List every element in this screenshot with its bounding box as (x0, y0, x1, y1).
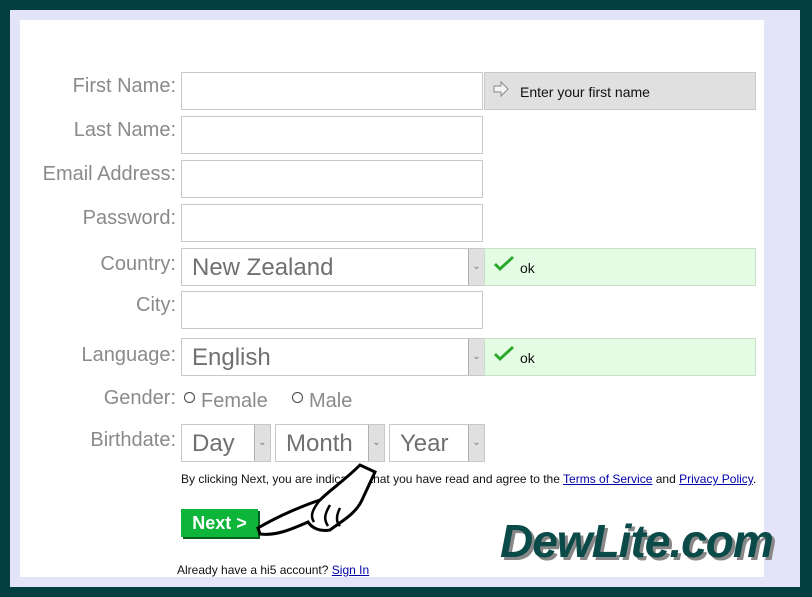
year-value: Year (400, 430, 449, 457)
first-name-label: First Name: (72, 75, 176, 97)
language-label: Language: (81, 344, 176, 366)
last-name-input[interactable] (181, 116, 483, 154)
city-input[interactable] (181, 291, 483, 329)
checkmark-icon (493, 346, 515, 367)
language-value: English (192, 344, 271, 371)
sign-in-link[interactable]: Sign In (332, 563, 369, 577)
chevron-down-icon[interactable]: ⌄ (368, 425, 384, 461)
country-label: Country: (100, 253, 176, 275)
chevron-down-icon[interactable]: ⌄ (468, 425, 484, 461)
birth-day-select[interactable]: Day ⌄ (181, 424, 271, 462)
pointing-hand-icon (250, 460, 380, 550)
chevron-down-icon[interactable]: ⌄ (254, 425, 270, 461)
city-label: City: (136, 294, 176, 316)
checkmark-icon (493, 256, 515, 277)
country-status: ok (484, 248, 756, 286)
terms-and: and (655, 472, 676, 486)
password-input[interactable] (181, 204, 483, 242)
signup-form: First Name: Enter your first name Last N… (20, 20, 764, 577)
country-status-text: ok (520, 260, 535, 276)
language-status: ok (484, 338, 756, 376)
birth-month-select[interactable]: Month ⌄ (275, 424, 385, 462)
birth-year-select[interactable]: Year ⌄ (389, 424, 485, 462)
dewlite-watermark: DewLite.com (500, 515, 774, 567)
first-name-input[interactable] (181, 72, 483, 110)
gender-male-radio[interactable]: Male (292, 390, 352, 413)
chevron-down-icon[interactable]: ⌄ (468, 249, 484, 285)
language-status-text: ok (520, 350, 535, 366)
month-value: Month (286, 430, 353, 457)
last-name-label: Last Name: (73, 119, 176, 141)
next-button[interactable]: Next > (181, 509, 258, 537)
chevron-down-icon[interactable]: ⌄ (468, 339, 484, 375)
first-name-hint: Enter your first name (484, 72, 756, 110)
country-select[interactable]: New Zealand ⌄ (181, 248, 485, 286)
signin-text: Already have a hi5 account? (177, 563, 329, 577)
first-name-hint-text: Enter your first name (520, 84, 650, 100)
password-label: Password: (82, 207, 176, 229)
gender-female-radio[interactable]: Female (184, 390, 268, 413)
terms-suffix: . (752, 472, 757, 486)
email-input[interactable] (181, 160, 483, 198)
language-select[interactable]: English ⌄ (181, 338, 485, 376)
terms-of-service-link[interactable]: Terms of Service (563, 472, 652, 486)
radio-circle-icon[interactable] (184, 392, 195, 403)
female-label: Female (201, 390, 268, 412)
privacy-policy-link[interactable]: Privacy Policy (679, 472, 753, 486)
radio-circle-icon[interactable] (292, 392, 303, 403)
country-value: New Zealand (192, 254, 334, 281)
male-label: Male (309, 390, 353, 412)
email-label: Email Address: (42, 163, 176, 185)
birthdate-label: Birthdate: (90, 429, 176, 451)
gender-label: Gender: (103, 387, 176, 409)
signin-prompt: Already have a hi5 account? Sign In (177, 563, 369, 577)
arrow-right-icon (493, 80, 509, 100)
day-value: Day (192, 430, 235, 457)
